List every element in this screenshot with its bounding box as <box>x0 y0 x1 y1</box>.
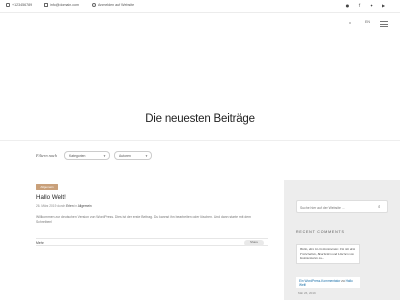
search-input[interactable] <box>300 205 370 210</box>
header-dot <box>349 22 351 24</box>
phone-item[interactable]: +123456789 <box>6 3 32 7</box>
phone-text: +123456789 <box>12 3 33 7</box>
youtube-icon[interactable]: ▶ <box>381 3 386 8</box>
author-select-value: Autoren <box>119 154 131 159</box>
author-select[interactable]: Autoren ▼ <box>114 151 152 160</box>
recent-comments-title: RECENT COMMENTS <box>296 230 345 234</box>
search-icon[interactable]: ⌕ <box>378 205 383 210</box>
phone-icon <box>6 3 10 7</box>
comment-excerpt[interactable]: Hallo, dies ist ein Kommentar. Um mit de… <box>296 244 360 264</box>
twitter-icon[interactable]: ✦ <box>369 3 374 8</box>
search-box: ⌕ <box>296 200 388 213</box>
post-footer: Mehr Share <box>36 238 268 246</box>
page-title: Die neuesten Beiträge <box>145 113 255 125</box>
filter-label: Filtern nach <box>36 153 57 158</box>
hero-section: Die neuesten Beiträge <box>0 33 400 141</box>
top-bar: +123456789 info@domain.com Anmelden auf … <box>0 0 400 13</box>
post-excerpt: Willkommen zur deutschen Version von Wor… <box>36 215 251 225</box>
login-text: Anmelden auf Website <box>98 3 135 7</box>
read-more-link[interactable]: Mehr <box>36 241 44 245</box>
menu-icon[interactable] <box>380 21 388 27</box>
post-author-link[interactable]: Erlen <box>66 204 73 208</box>
sidebar: ⌕ RECENT COMMENTS Hallo, dies ist ein Ko… <box>284 180 400 300</box>
category-badge[interactable]: Allgemein <box>36 184 58 190</box>
share-button[interactable]: Share <box>244 240 264 246</box>
chevron-down-icon: ▼ <box>145 154 148 159</box>
comment-date: Mär 26, 2019 <box>298 291 316 295</box>
email-text: info@domain.com <box>50 3 80 7</box>
mail-icon <box>44 3 48 7</box>
pinterest-icon[interactable]: ● <box>345 3 350 8</box>
post-meta: 26. März 2019 durch Erlen in Allgemein <box>36 204 92 208</box>
chevron-down-icon: ▼ <box>103 154 106 159</box>
comment-author-line: Ein WordPress-Kommentator zu Hallo Welt! <box>296 277 360 288</box>
post-title[interactable]: Hallo Welt! <box>36 194 66 201</box>
header <box>0 14 400 32</box>
post-date: 26. März 2019 <box>36 204 57 208</box>
post-category-link[interactable]: Allgemein <box>78 204 92 208</box>
category-select-value: Kategorien <box>69 154 86 159</box>
email-item[interactable]: info@domain.com <box>44 3 79 7</box>
login-item[interactable]: Anmelden auf Website <box>92 3 134 7</box>
facebook-icon[interactable]: f <box>357 3 362 8</box>
post-by: durch <box>57 204 66 208</box>
user-icon <box>92 3 96 7</box>
comment-on-text: zu <box>341 278 345 283</box>
post-in: in <box>74 204 77 208</box>
category-select[interactable]: Kategorien ▼ <box>64 151 110 160</box>
language-switch[interactable]: EN <box>365 20 370 24</box>
